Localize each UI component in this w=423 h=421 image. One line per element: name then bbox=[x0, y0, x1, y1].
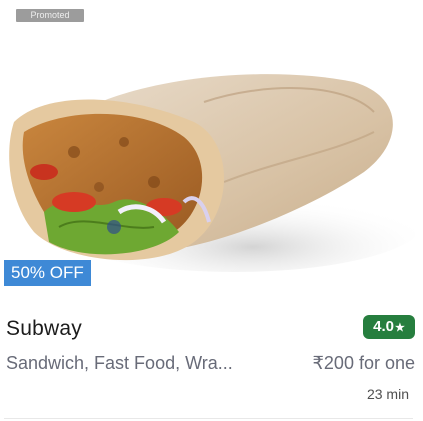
star-icon: ★ bbox=[394, 322, 405, 334]
restaurant-card[interactable]: Promoted 50% OFF Subway 4.0★ Sandwich, F… bbox=[0, 0, 423, 421]
delivery-time: 23 min bbox=[366, 386, 409, 402]
offer-badge: 50% OFF bbox=[4, 260, 91, 286]
price-for-one: ₹200 for one bbox=[312, 353, 415, 373]
rating-badge: 4.0★ bbox=[363, 315, 415, 339]
promoted-badge: Promoted bbox=[16, 9, 84, 22]
food-image[interactable] bbox=[4, 62, 415, 292]
restaurant-name[interactable]: Subway bbox=[6, 317, 82, 341]
divider bbox=[4, 418, 413, 419]
rating-value: 4.0 bbox=[373, 318, 394, 335]
cuisines-text: Sandwich, Fast Food, Wra... bbox=[6, 353, 233, 373]
